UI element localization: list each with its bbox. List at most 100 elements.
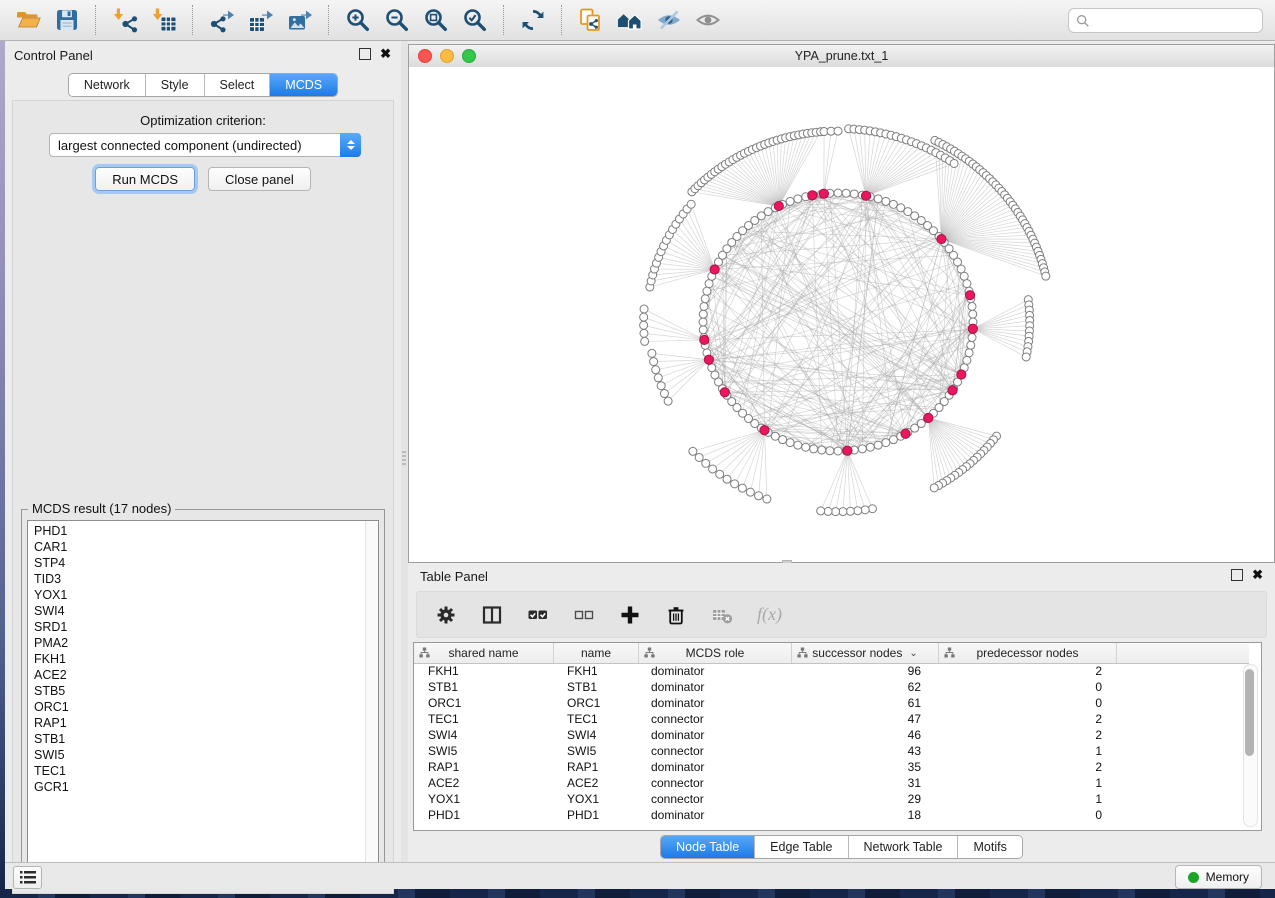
cell-MCDS-role[interactable]: dominator bbox=[637, 760, 789, 774]
run-mcds-button[interactable]: Run MCDS bbox=[95, 167, 195, 191]
cell-shared-name[interactable]: RAP1 bbox=[414, 760, 553, 774]
mcds-hub-node[interactable] bbox=[700, 335, 709, 344]
network-node[interactable] bbox=[810, 445, 818, 453]
network-leaf-node[interactable] bbox=[695, 453, 703, 461]
column-header-MCDS-role[interactable]: MCDS role bbox=[639, 643, 792, 663]
tab-select[interactable]: Select bbox=[204, 74, 270, 96]
mcds-result-item[interactable]: SRD1 bbox=[28, 619, 365, 635]
save-session-icon[interactable] bbox=[52, 6, 81, 35]
cell-name[interactable]: SWI4 bbox=[553, 728, 637, 742]
network-node[interactable] bbox=[708, 364, 716, 372]
cell-predecessor-nodes[interactable]: 2 bbox=[935, 760, 1112, 774]
cell-successor-nodes[interactable]: 96 bbox=[789, 664, 935, 678]
cell-MCDS-role[interactable]: dominator bbox=[637, 728, 789, 742]
cell-successor-nodes[interactable]: 43 bbox=[789, 744, 935, 758]
table-scrollbar[interactable] bbox=[1243, 664, 1258, 827]
network-leaf-node[interactable] bbox=[738, 484, 746, 492]
tab-mcds[interactable]: MCDS bbox=[269, 74, 337, 96]
cell-MCDS-role[interactable]: dominator bbox=[637, 808, 789, 822]
first-neighbors-icon[interactable] bbox=[615, 6, 644, 35]
network-leaf-node[interactable] bbox=[664, 397, 672, 405]
network-node[interactable] bbox=[834, 447, 842, 455]
network-leaf-node[interactable] bbox=[868, 505, 876, 513]
network-leaf-node[interactable] bbox=[640, 321, 648, 329]
hide-selected-icon[interactable] bbox=[654, 6, 683, 35]
network-leaf-node[interactable] bbox=[689, 447, 697, 455]
table-row[interactable]: STB1STB1dominator620 bbox=[414, 679, 1261, 695]
network-node[interactable] bbox=[701, 295, 709, 303]
network-node[interactable] bbox=[858, 445, 866, 453]
mcds-result-item[interactable]: STP4 bbox=[28, 555, 365, 571]
network-node[interactable] bbox=[874, 195, 882, 203]
mcds-result-item[interactable]: CAR1 bbox=[28, 539, 365, 555]
network-leaf-node[interactable] bbox=[950, 159, 958, 167]
cell-name[interactable]: PHD1 bbox=[553, 808, 637, 822]
tab-network[interactable]: Network bbox=[69, 74, 145, 96]
network-leaf-node[interactable] bbox=[763, 495, 771, 503]
network-node[interactable] bbox=[963, 356, 971, 364]
cell-successor-nodes[interactable]: 18 bbox=[789, 808, 935, 822]
tab-style[interactable]: Style bbox=[145, 74, 204, 96]
select-all-icon[interactable] bbox=[527, 603, 549, 627]
network-canvas[interactable] bbox=[409, 67, 1274, 562]
mcds-result-item[interactable]: RAP1 bbox=[28, 715, 365, 731]
mcds-result-item[interactable]: SWI4 bbox=[28, 603, 365, 619]
mcds-result-item[interactable]: PHD1 bbox=[28, 523, 365, 539]
network-leaf-node[interactable] bbox=[640, 313, 648, 321]
open-file-icon[interactable] bbox=[13, 6, 42, 35]
cell-name[interactable]: TEC1 bbox=[553, 712, 637, 726]
network-leaf-node[interactable] bbox=[846, 507, 854, 515]
tab-network-table[interactable]: Network Table bbox=[848, 836, 958, 858]
cell-MCDS-role[interactable]: connector bbox=[637, 792, 789, 806]
network-leaf-node[interactable] bbox=[824, 507, 832, 515]
cell-name[interactable]: SWI5 bbox=[553, 744, 637, 758]
mcds-result-list[interactable]: PHD1CAR1STP4TID3YOX1SWI4SRD1PMA2FKH1ACE2… bbox=[27, 520, 379, 873]
network-leaf-node[interactable] bbox=[755, 492, 763, 500]
tab-edge-table[interactable]: Edge Table bbox=[754, 836, 847, 858]
export-image-icon[interactable] bbox=[285, 6, 314, 35]
cell-successor-nodes[interactable]: 61 bbox=[789, 696, 935, 710]
mcds-hub-node[interactable] bbox=[948, 386, 957, 395]
cell-successor-nodes[interactable]: 31 bbox=[789, 776, 935, 790]
memory-button[interactable]: Memory bbox=[1175, 865, 1262, 889]
export-network-icon[interactable] bbox=[207, 6, 236, 35]
cell-MCDS-role[interactable]: dominator bbox=[637, 680, 789, 694]
mcds-hub-node[interactable] bbox=[760, 426, 769, 435]
zoom-in-icon[interactable] bbox=[343, 6, 372, 35]
mcds-result-item[interactable]: GCR1 bbox=[28, 779, 365, 795]
mcds-hub-node[interactable] bbox=[843, 446, 852, 455]
cell-successor-nodes[interactable]: 62 bbox=[789, 680, 935, 694]
network-node[interactable] bbox=[874, 441, 882, 449]
network-node[interactable] bbox=[968, 334, 976, 342]
cell-successor-nodes[interactable]: 35 bbox=[789, 760, 935, 774]
deselect-all-icon[interactable] bbox=[573, 603, 595, 627]
network-node[interactable] bbox=[960, 272, 968, 280]
cell-shared-name[interactable]: SWI4 bbox=[414, 728, 553, 742]
clone-network-icon[interactable] bbox=[576, 6, 605, 35]
cell-predecessor-nodes[interactable]: 1 bbox=[935, 776, 1112, 790]
cell-predecessor-nodes[interactable]: 1 bbox=[935, 792, 1112, 806]
column-header-successor-nodes[interactable]: successor nodes⌄ bbox=[792, 643, 939, 663]
cell-shared-name[interactable]: STB1 bbox=[414, 680, 553, 694]
cell-shared-name[interactable]: PHD1 bbox=[414, 808, 553, 822]
network-node[interactable] bbox=[802, 443, 810, 451]
float-panel-icon[interactable] bbox=[359, 48, 371, 60]
network-node[interactable] bbox=[889, 436, 897, 444]
cell-MCDS-role[interactable]: connector bbox=[637, 744, 789, 758]
table-row[interactable]: FKH1FKH1dominator962 bbox=[414, 663, 1261, 679]
refresh-view-icon[interactable] bbox=[518, 6, 547, 35]
cell-MCDS-role[interactable]: dominator bbox=[637, 664, 789, 678]
cell-name[interactable]: ACE2 bbox=[553, 776, 637, 790]
tab-motifs[interactable]: Motifs bbox=[957, 836, 1021, 858]
table-row[interactable]: PHD1PHD1dominator180 bbox=[414, 807, 1261, 823]
network-leaf-node[interactable] bbox=[687, 200, 695, 208]
zoom-out-icon[interactable] bbox=[382, 6, 411, 35]
cell-shared-name[interactable]: FKH1 bbox=[414, 664, 553, 678]
mcds-result-item[interactable]: FKH1 bbox=[28, 651, 365, 667]
network-leaf-node[interactable] bbox=[657, 382, 665, 390]
network-leaf-node[interactable] bbox=[640, 329, 648, 337]
network-leaf-node[interactable] bbox=[1022, 353, 1030, 361]
network-leaf-node[interactable] bbox=[660, 390, 668, 398]
cell-predecessor-nodes[interactable]: 0 bbox=[935, 680, 1112, 694]
delete-rows-icon[interactable] bbox=[665, 603, 687, 627]
